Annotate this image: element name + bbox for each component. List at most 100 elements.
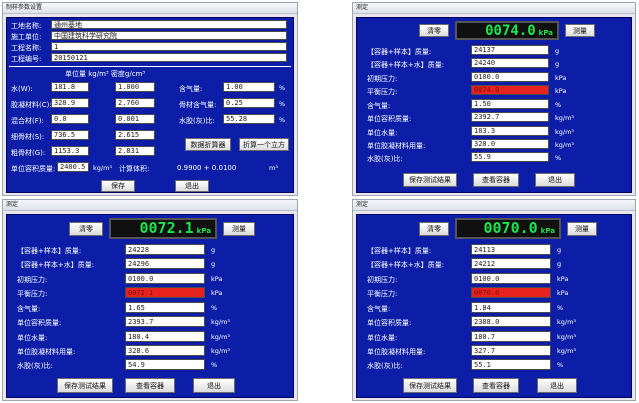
mix-table-header: 单位量 kg/m³ 密度g/cm³ [65,70,146,78]
pressure-unit: kPa [538,29,553,37]
container-sample-water-label: 【容器+样本+水】质量: [367,61,445,69]
pressure-value: 0074.0 [485,23,536,39]
calc-volume-value: 0.9900 + 0.0100 [177,164,237,172]
exit-button[interactable]: 退出 [535,173,575,187]
water-field[interactable]: 183.3 [471,126,549,136]
divider [9,66,291,67]
fold-button[interactable]: 数据折算器 [185,138,231,151]
init-pressure-field[interactable]: 0100.0 [471,72,549,82]
container-sample-unit: g [555,47,560,55]
container-sample-water-label: 【容器+样本+水】质量: [367,261,445,269]
pressure-display: 0070.0 kPa [455,218,561,239]
unit-mass-field[interactable]: 2392.7 [471,112,549,122]
container-sample-water-field[interactable]: 24240 [471,58,549,68]
mix-qty-field[interactable]: 1153.3 [51,146,89,156]
balance-pressure-field[interactable]: 0072.1 [125,287,205,298]
air-field[interactable]: 1.84 [471,302,551,313]
wc-field[interactable]: 55.1 [471,359,551,370]
project-field[interactable]: 1 [51,42,287,51]
wc-unit: % [279,116,286,124]
wc-field[interactable]: 55.28 [223,114,275,124]
binder-label: 单位胶凝材料用量: [367,142,426,150]
aggregate-air-field[interactable]: 0.25 [223,98,275,108]
mix-density-field[interactable]: 2.831 [115,146,155,156]
wc-field[interactable]: 55.9 [471,152,549,162]
wc-field[interactable]: 54.9 [125,359,205,370]
unit-mass-field[interactable]: 2388.0 [471,316,551,327]
params-window: 制样参数设置 工地名称: 通州基地 施工单位: 中国建筑科学研究院 工程名称: … [2,2,298,196]
air-field[interactable]: 1.65 [125,302,205,313]
test-window-titlebar: 测定 [353,200,635,211]
pressure-display: 0074.0 kPa [455,21,559,40]
binder-field[interactable]: 328.0 [471,139,549,149]
water-field[interactable]: 180.4 [125,331,205,342]
mix-qty-field[interactable]: 181.8 [51,82,89,92]
container-sample-unit: g [211,246,216,254]
container-sample-water-field[interactable]: 24212 [471,258,551,269]
wc-label: 水胶(灰)比: [367,155,403,163]
save-results-button[interactable]: 保存测试结果 [57,378,113,393]
test-window-titlebar: 测定 [353,3,635,14]
zero-button[interactable]: 清零 [419,24,449,37]
mix-density-field[interactable]: 2.615 [115,130,155,140]
balance-pressure-unit: kPa [555,87,567,95]
binder-field[interactable]: 328.6 [125,345,205,356]
air-field[interactable]: 1.00 [223,82,275,92]
water-field[interactable]: 180.7 [471,331,551,342]
air-label: 含气量: [179,85,203,93]
container-sample-field[interactable]: 24137 [471,45,549,55]
balance-pressure-field[interactable]: 0070.0 [471,287,551,298]
zero-button[interactable]: 清零 [69,222,103,236]
water-unit: kg/m³ [555,128,575,136]
unit-mass-label: 单位容积质量: [367,115,412,123]
balance-pressure-field[interactable]: 0074.0 [471,85,549,95]
air-unit: % [279,84,286,92]
mix-qty-field[interactable]: 0.0 [51,114,89,124]
save-results-button[interactable]: 保存测试结果 [403,378,457,393]
project-no-field[interactable]: 20150121 [51,53,287,62]
view-container-button[interactable]: 查看容器 [473,378,519,393]
container-sample-field[interactable]: 24228 [125,244,205,255]
container-sample-water-field[interactable]: 24296 [125,258,205,269]
exit-button[interactable]: 退出 [175,180,209,192]
pressure-value: 0070.0 [483,219,538,237]
mix-density-field[interactable]: 0.001 [115,114,155,124]
test-panel: 清零 0072.1 kPa 测量 【容器+样本】质量: 24228 g 【容器+样… [6,214,294,398]
measure-button[interactable]: 测量 [223,222,255,236]
container-sample-field[interactable]: 24113 [471,244,551,255]
company-field[interactable]: 通州基地 [51,20,287,29]
save-results-button[interactable]: 保存测试结果 [403,173,457,187]
measure-button[interactable]: 测量 [565,24,595,37]
exit-button[interactable]: 退出 [193,378,235,393]
unit-mass-field[interactable]: 2393.7 [125,316,205,327]
init-pressure-label: 初期压力: [367,276,398,284]
save-button[interactable]: 保存 [101,180,135,192]
air-field[interactable]: 1.50 [471,99,549,109]
exit-button[interactable]: 退出 [537,378,577,393]
test-window: 测定 清零 0074.0 kPa 测量 【容器+样本】质量: 24137 g 【容… [352,2,636,196]
construction-field[interactable]: 中国建筑科学研究院 [51,31,287,40]
init-pressure-field[interactable]: 0100.0 [125,273,205,284]
test-window: 测定 清零 0070.0 kPa 测量 【容器+样本】质量: 24113 g 【容… [352,199,636,401]
mix-density-field[interactable]: 2.760 [115,98,155,108]
zero-button[interactable]: 清零 [419,222,449,236]
mix-qty-field[interactable]: 736.5 [51,130,89,140]
init-pressure-field[interactable]: 0100.0 [471,273,551,284]
view-container-button[interactable]: 查看容器 [125,378,175,393]
params-panel: 工地名称: 通州基地 施工单位: 中国建筑科学研究院 工程名称: 1 工程编号:… [6,17,294,193]
container-sample-water-unit: g [555,60,560,68]
water-unit: kg/m³ [211,333,231,341]
binder-field[interactable]: 327.7 [471,345,551,356]
unit-mass-label: 单位容积质量: [17,319,62,327]
test-window: 测定 清零 0072.1 kPa 测量 【容器+样本】质量: 24228 g 【容… [2,199,298,401]
view-container-button[interactable]: 查看容器 [473,173,519,187]
mix-qty-field[interactable]: 328.9 [51,98,89,108]
init-pressure-unit: kPa [555,74,567,82]
binder-unit: kg/m³ [555,141,575,149]
container-sample-water-unit: g [557,260,562,268]
unit-mass-field[interactable]: 2400.5 [57,162,89,172]
mix-density-field[interactable]: 1.000 [115,82,155,92]
project-label: 工程名称: [11,44,42,52]
fold-cube-button[interactable]: 折算一个立方 [239,138,289,151]
measure-button[interactable]: 测量 [567,222,597,236]
